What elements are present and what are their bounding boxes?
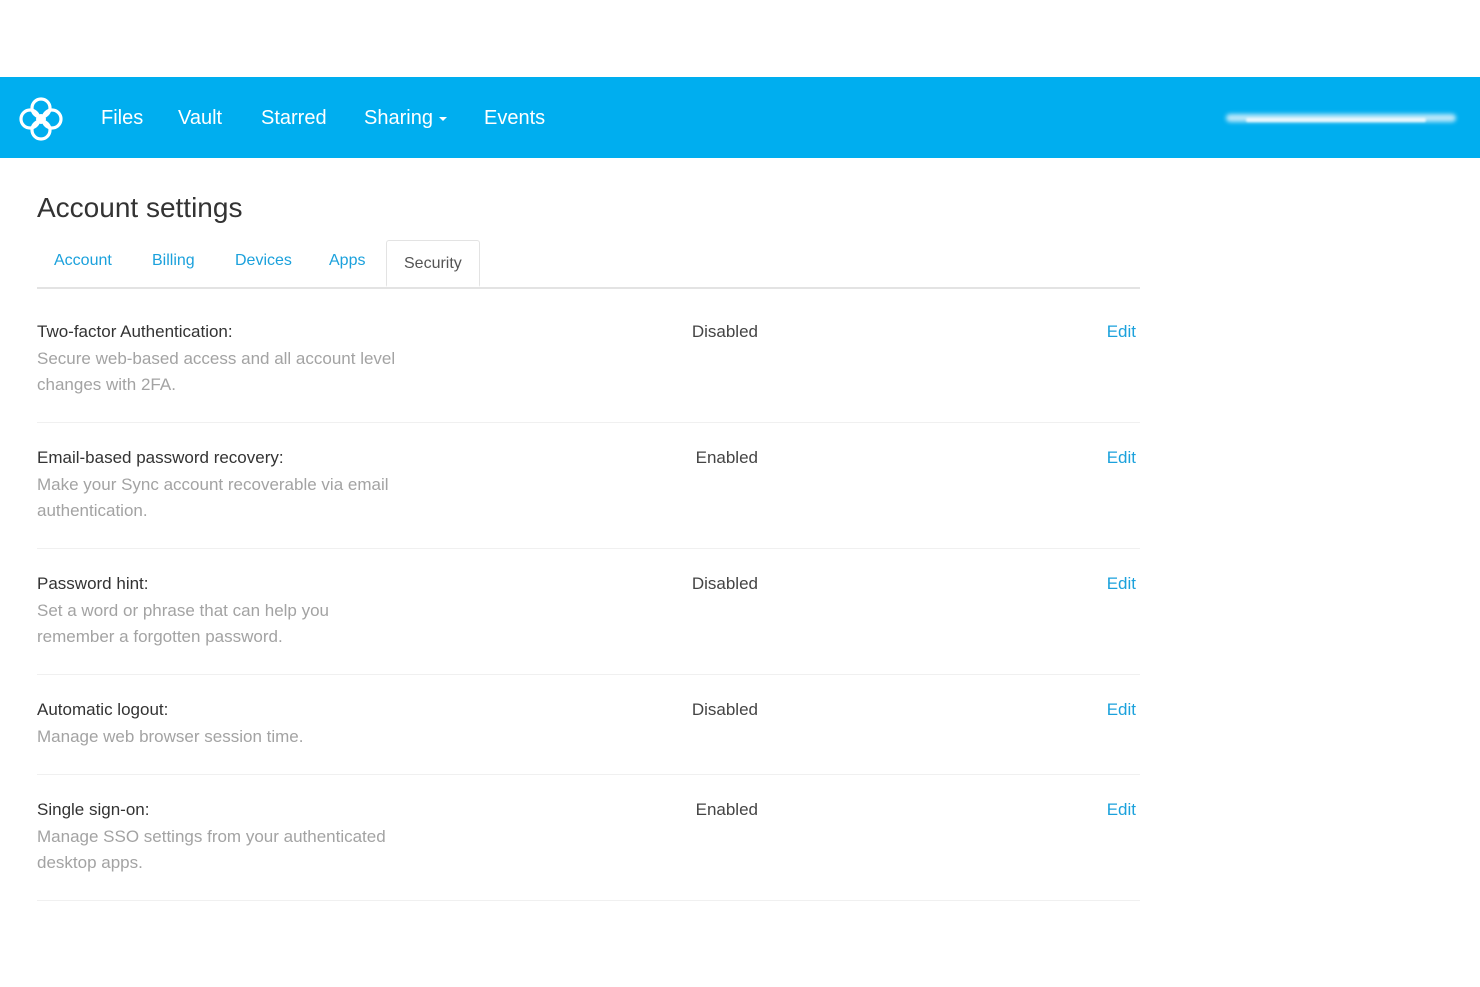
setting-status: Disabled [691, 574, 758, 593]
nav-events[interactable]: Events [484, 103, 545, 133]
setting-status: Disabled [691, 700, 758, 719]
setting-description: Set a word or phrase that can help you r… [37, 601, 330, 646]
setting-title: Automatic logout: [37, 700, 169, 719]
nav-sharing-label: Sharing [364, 107, 433, 129]
tab-account[interactable]: Account [54, 252, 112, 270]
setting-status: Disabled [691, 322, 758, 341]
nav-sharing[interactable]: Sharing [364, 103, 447, 133]
setting-description: Make your Sync account recoverable via e… [37, 475, 389, 520]
tab-devices[interactable]: Devices [235, 252, 292, 270]
setting-row-sso: Single sign-on: Manage SSO settings from… [37, 798, 1140, 901]
setting-description: Manage web browser session time. [37, 727, 304, 746]
page-title: Account settings [37, 192, 243, 223]
tab-billing[interactable]: Billing [152, 252, 195, 270]
setting-status: Enabled [695, 800, 758, 819]
setting-title: Password hint: [37, 574, 149, 593]
setting-row-email-recovery: Email-based password recovery: Make your… [37, 446, 1140, 549]
setting-row-auto-logout: Automatic logout: Manage web browser ses… [37, 698, 1140, 775]
setting-description: Manage SSO settings from your authentica… [37, 827, 386, 872]
setting-title: Email-based password recovery: [37, 448, 284, 467]
setting-row-2fa: Two-factor Authentication: Secure web-ba… [37, 320, 1140, 423]
settings-tabs: Account Billing Devices Apps Security [37, 240, 1140, 289]
edit-link-email-recovery[interactable]: Edit [1107, 446, 1136, 470]
setting-status: Enabled [695, 448, 758, 467]
tab-apps[interactable]: Apps [329, 252, 365, 270]
redacted-username-highlight [1246, 118, 1426, 122]
edit-link-sso[interactable]: Edit [1107, 798, 1136, 822]
nav-vault[interactable]: Vault [178, 103, 222, 133]
chevron-down-icon [438, 116, 447, 121]
edit-link-password-hint[interactable]: Edit [1107, 572, 1136, 596]
edit-link-2fa[interactable]: Edit [1107, 320, 1136, 344]
top-navbar: Files Vault Starred Sharing Events [0, 77, 1480, 158]
edit-link-auto-logout[interactable]: Edit [1107, 698, 1136, 722]
nav-files[interactable]: Files [101, 103, 143, 133]
user-menu[interactable] [1226, 112, 1456, 126]
tab-security[interactable]: Security [386, 240, 480, 287]
setting-title: Single sign-on: [37, 800, 150, 819]
setting-title: Two-factor Authentication: [37, 322, 233, 341]
setting-row-password-hint: Password hint: Set a word or phrase that… [37, 572, 1140, 675]
setting-description: Secure web-based access and all account … [37, 349, 396, 394]
sync-logo-icon[interactable] [16, 94, 66, 144]
nav-starred[interactable]: Starred [261, 103, 327, 133]
